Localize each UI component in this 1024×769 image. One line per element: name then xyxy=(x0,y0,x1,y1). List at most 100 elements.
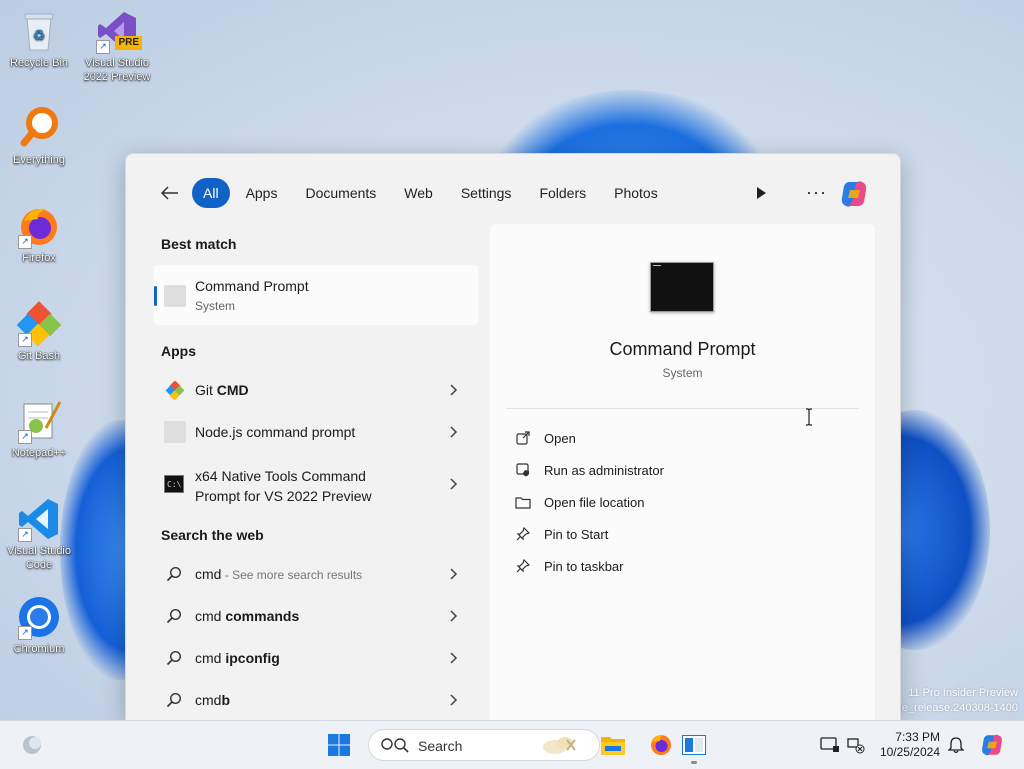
web-result-match: b xyxy=(221,692,231,708)
widgets-button[interactable] xyxy=(16,729,48,761)
app-result-line: Prompt for VS 2022 Preview xyxy=(195,488,372,504)
copilot-taskbar-button[interactable] xyxy=(976,729,1008,761)
desktop-icon-recycle-bin[interactable]: ♻ Recycle Bin xyxy=(2,8,76,70)
weather-widget-icon xyxy=(23,736,41,754)
action-pin-to-start[interactable]: Pin to Start xyxy=(514,523,608,545)
start-button[interactable] xyxy=(323,729,355,761)
web-result-cmd[interactable]: cmd - See more search results xyxy=(154,554,478,594)
desktop-icon-label: Visual Studio Code xyxy=(6,545,71,571)
running-indicator xyxy=(691,761,697,764)
text-cursor-icon xyxy=(806,408,812,426)
desktop-icon-label: Visual Studio 2022 Preview xyxy=(83,57,151,83)
desktop-icon-notepad-plus-plus[interactable]: ↗ Notepad++ xyxy=(2,398,76,460)
desktop-icon-everything[interactable]: Everything xyxy=(2,105,76,167)
chevron-right-icon xyxy=(450,610,458,622)
preview-pane: Command Prompt System Open Run as admini… xyxy=(490,224,875,721)
action-pin-to-taskbar[interactable]: Pin to taskbar xyxy=(514,555,624,577)
filter-apps[interactable]: Apps xyxy=(234,178,290,208)
best-match-item[interactable]: Command Prompt System xyxy=(154,265,478,325)
command-prompt-large-icon xyxy=(650,262,714,312)
desktop-icon-chromium[interactable]: ↗ Chromium xyxy=(2,594,76,656)
action-label: Pin to taskbar xyxy=(544,558,624,574)
web-result-hint: - See more search results xyxy=(221,568,363,582)
taskbar-firefox[interactable] xyxy=(645,729,677,761)
web-result-match: commands xyxy=(225,608,300,624)
taskbar-file-explorer[interactable] xyxy=(597,729,629,761)
action-label: Open xyxy=(544,430,576,446)
desktop-icon-vscode[interactable]: ↗ Visual Studio Code xyxy=(2,496,76,572)
shortcut-arrow-icon: ↗ xyxy=(18,333,32,347)
app-result-label: Node.js command prompt xyxy=(195,424,356,440)
more-filters-button[interactable] xyxy=(752,184,770,202)
search-icon xyxy=(166,692,182,708)
desktop-icon-git-bash[interactable]: ↗ Git Bash xyxy=(2,301,76,363)
svg-text:♻: ♻ xyxy=(33,27,46,43)
chevron-right-icon xyxy=(450,478,458,490)
tray-network[interactable] xyxy=(840,729,872,761)
app-result-x64-native-tools[interactable]: C:\ x64 Native Tools Command Prompt for … xyxy=(154,462,478,506)
clock-date: 10/25/2024 xyxy=(879,745,940,759)
shortcut-arrow-icon: ↗ xyxy=(18,430,32,444)
watermark-line: 11 Pro Insider Preview xyxy=(908,687,1018,699)
filter-settings[interactable]: Settings xyxy=(449,178,524,208)
more-options-button[interactable]: ··· xyxy=(806,182,827,203)
desktop-icon-label: Chromium xyxy=(13,643,65,655)
windows-watermark: 11 Pro Insider Preview ge_release.240308… xyxy=(896,686,1018,716)
firefox-icon: ↗ xyxy=(16,203,62,249)
filter-photos[interactable]: Photos xyxy=(602,178,670,208)
search-web-heading: Search the web xyxy=(161,527,264,543)
best-match-name: Command Prompt xyxy=(195,278,309,294)
action-open[interactable]: Open xyxy=(514,427,576,449)
bell-icon xyxy=(948,737,964,754)
windows-logo-icon xyxy=(328,734,350,756)
desktop-icon-label: Everything xyxy=(13,154,65,166)
folder-icon xyxy=(601,737,625,755)
vscode-icon: ↗ xyxy=(16,496,62,542)
preview-title: Command Prompt xyxy=(609,339,756,359)
apps-heading: Apps xyxy=(161,343,196,359)
firefox-icon xyxy=(651,734,671,755)
filter-documents[interactable]: Documents xyxy=(293,178,388,208)
desktop-icon-visual-studio[interactable]: PRE ↗ Visual Studio 2022 Preview xyxy=(80,8,154,84)
play-icon xyxy=(757,187,766,199)
filter-web[interactable]: Web xyxy=(392,178,445,208)
shortcut-arrow-icon: ↗ xyxy=(18,235,32,249)
action-run-as-admin[interactable]: Run as administrator xyxy=(514,459,664,481)
open-external-icon xyxy=(514,429,532,447)
app-result-label: x64 Native Tools Command Prompt for VS 2… xyxy=(195,466,372,506)
filter-all[interactable]: All xyxy=(192,178,230,208)
app-result-git-cmd[interactable]: Git CMD xyxy=(154,370,478,410)
web-result-cmdb[interactable]: cmdb xyxy=(154,680,478,720)
action-open-file-location[interactable]: Open file location xyxy=(514,491,644,513)
chevron-right-icon xyxy=(450,694,458,706)
copilot-icon xyxy=(841,181,867,207)
app-result-nodejs-command-prompt[interactable]: Node.js command prompt xyxy=(154,412,478,452)
taskbar-active-app[interactable] xyxy=(678,729,710,764)
web-result-cmd-commands[interactable]: cmd commands xyxy=(154,596,478,636)
copilot-button[interactable] xyxy=(838,178,870,210)
app-result-text: Git xyxy=(195,382,217,398)
chevron-right-icon xyxy=(450,652,458,664)
best-match-heading: Best match xyxy=(161,236,237,252)
web-result-text: cmd xyxy=(195,566,222,582)
web-result-match: ipconfig xyxy=(225,650,280,666)
clock[interactable]: 7:33 PM 10/25/2024 xyxy=(878,730,940,760)
notepad-plus-plus-icon: ↗ xyxy=(16,398,62,444)
search-icon xyxy=(166,650,182,666)
network-icon xyxy=(847,738,865,754)
shortcut-arrow-icon: ↗ xyxy=(96,40,110,54)
desktop-icon-label: Git Bash xyxy=(17,350,61,362)
desktop-icon-firefox[interactable]: ↗ Firefox xyxy=(2,203,76,265)
web-result-cmd-ipconfig[interactable]: cmd ipconfig xyxy=(154,638,478,678)
taskbar-search-box[interactable]: Search xyxy=(368,729,600,761)
back-button[interactable] xyxy=(156,179,184,207)
search-highlight-icon xyxy=(543,737,576,754)
app-result-line: x64 Native Tools Command xyxy=(195,468,366,484)
desktop-icon-label: Notepad++ xyxy=(11,447,67,459)
filter-folders[interactable]: Folders xyxy=(527,178,598,208)
app-result-label: Git CMD xyxy=(195,382,249,398)
filter-bar: All Apps Documents Web Settings Folders … xyxy=(156,176,674,210)
svg-text:C:\: C:\ xyxy=(167,480,182,489)
action-label: Run as administrator xyxy=(544,462,664,478)
notifications-button[interactable] xyxy=(940,729,972,761)
